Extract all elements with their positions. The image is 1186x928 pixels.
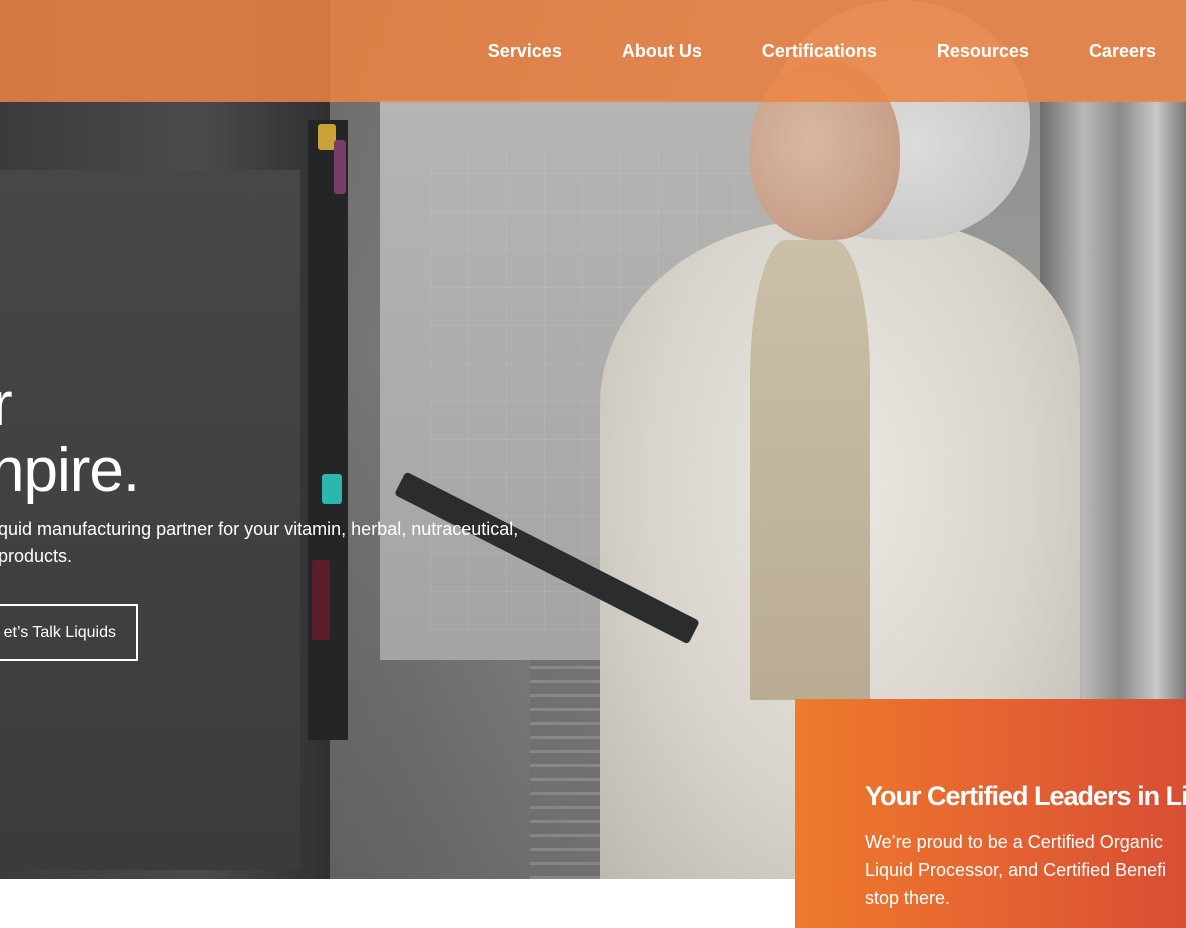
hero-control-panel-shape [308,120,348,740]
hero-knob-shape [334,140,346,194]
page: Services About Us Certifications Resourc… [0,0,1186,928]
cta-label: et’s Talk Liquids [3,623,116,641]
hero-knob-shape [312,560,330,640]
hero-subcopy: iquid manufacturing partner for your vit… [0,516,620,570]
hero-subcopy-line2: products. [0,546,73,566]
hero-headline-line2: npire. [0,436,140,505]
hero-indicator-shape [322,474,342,504]
hero-headline-line1: r [0,370,13,439]
cert-card-body-line1: We’re proud to be a Certified Organic [865,832,1163,852]
hero-person-shirt-shape [750,240,870,700]
cert-card-body-line3: stop there. [865,888,951,908]
certified-leaders-card: Your Certified Leaders in Li We’re proud… [795,699,1186,928]
site-header: Services About Us Certifications Resourc… [0,0,1186,102]
lets-talk-liquids-button[interactable]: et’s Talk Liquids [0,604,138,661]
nav-item-resources[interactable]: Resources [937,41,1029,62]
main-nav: Services About Us Certifications Resourc… [428,0,1186,102]
cert-card-body: We’re proud to be a Certified Organic Li… [865,828,1166,912]
cert-card-title: Your Certified Leaders in Li [865,781,1186,811]
nav-item-certifications[interactable]: Certifications [762,41,877,62]
nav-item-careers[interactable]: Careers [1089,41,1156,62]
hero-subcopy-line1: iquid manufacturing partner for your vit… [0,519,519,539]
cert-card-body-line2: Liquid Processor, and Certified Benefi [865,860,1167,880]
nav-item-about-us[interactable]: About Us [622,41,702,62]
nav-item-services[interactable]: Services [488,41,562,62]
